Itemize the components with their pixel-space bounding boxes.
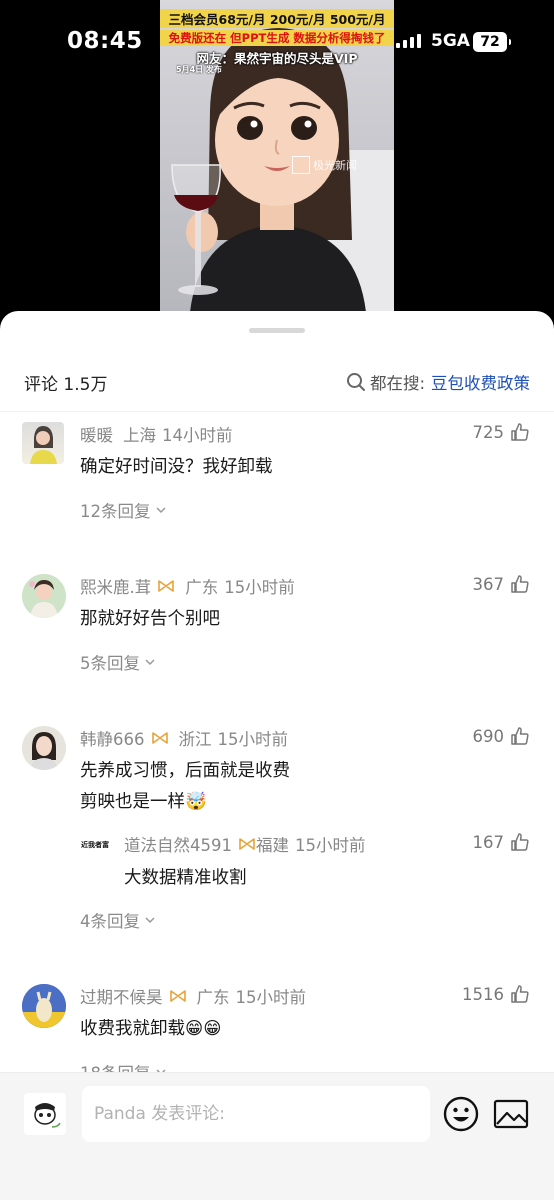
signal-icon xyxy=(396,34,421,48)
avatar[interactable] xyxy=(22,984,66,1028)
thumbs-up-icon xyxy=(511,833,529,851)
sub-reply-like-button[interactable]: 167 xyxy=(473,832,531,852)
comment-text: 剪映也是一样🤯 xyxy=(80,792,207,812)
comment-meta: 韩静666 浙江 15小时前 xyxy=(80,726,288,750)
comment-text: 收费我就卸载😁😁 xyxy=(80,1019,222,1039)
search-icon xyxy=(346,373,365,391)
sheet-drag-handle[interactable] xyxy=(249,328,305,333)
comment-text: 先养成习惯，后面就是收费 xyxy=(80,761,290,781)
like-count: 690 xyxy=(472,726,505,746)
comment-username[interactable]: 韩静666 xyxy=(80,726,145,750)
search-label: 都在搜: xyxy=(369,374,425,393)
expand-replies-button[interactable]: 5条回复 xyxy=(80,650,156,674)
video-watermark: 极光新闻 xyxy=(292,156,357,174)
comment-time: 14小时前 xyxy=(162,426,233,445)
emoji-icon[interactable] xyxy=(442,1095,480,1133)
fan-badge-icon xyxy=(151,732,168,744)
expand-replies-button[interactable]: 12条回复 xyxy=(80,498,167,522)
thumbs-up-icon xyxy=(511,727,529,745)
comment-location: 广东 xyxy=(196,988,230,1007)
trending-search[interactable]: 都在搜: 豆包收费政策 xyxy=(346,370,530,394)
thumbs-up-icon xyxy=(511,985,529,1003)
avatar[interactable] xyxy=(22,422,64,464)
comment-username[interactable]: 暖暖 xyxy=(80,422,113,446)
comment-time: 15小时前 xyxy=(217,730,289,749)
like-count: 367 xyxy=(472,574,505,594)
like-count: 725 xyxy=(472,422,505,442)
status-bar: 08:45 5GA 72 xyxy=(0,0,554,80)
comment-location: 浙江 xyxy=(178,730,212,749)
avatar[interactable] xyxy=(22,726,66,770)
comment-count-title: 评论 1.5万 xyxy=(24,375,108,395)
sub-reply-time: 15小时前 xyxy=(295,836,366,855)
thumbs-up-icon xyxy=(511,575,529,593)
like-count: 167 xyxy=(472,832,505,852)
chevron-down-icon xyxy=(145,917,155,924)
network-type: 5GA xyxy=(431,31,470,51)
fan-badge-icon xyxy=(169,990,186,1002)
sub-reply-avatar[interactable]: 近我者富 xyxy=(80,830,110,860)
comment-header: 评论 1.5万 都在搜: 豆包收费政策 xyxy=(0,356,554,412)
comment-location: 广东 xyxy=(185,578,219,597)
sub-reply-location: 福建 xyxy=(256,836,289,855)
comment-username[interactable]: 过期不候昊 xyxy=(80,984,163,1008)
sub-reply-text: 大数据精准收割 xyxy=(124,868,247,888)
reply-count: 4条回复 xyxy=(80,912,140,931)
like-count: 1516 xyxy=(462,984,504,1004)
comment-time: 15小时前 xyxy=(235,988,307,1007)
fan-badge-icon xyxy=(239,838,255,850)
video-area: 三档会员68元/月 200元/月 500元/月 免费版还在 但PPT生成 数据分… xyxy=(0,0,554,330)
battery-level: 72 xyxy=(480,34,500,50)
watermark-logo-icon xyxy=(292,156,310,174)
battery-icon: 72 xyxy=(473,32,511,52)
comment-input-bar xyxy=(0,1072,554,1200)
reply-count: 5条回复 xyxy=(80,654,140,673)
expand-replies-button[interactable]: 4条回复 xyxy=(80,908,156,932)
comment-text: 那就好好告个别吧 xyxy=(80,609,220,629)
avatar[interactable] xyxy=(22,574,66,618)
reply-count: 12条回复 xyxy=(80,502,151,521)
like-button[interactable]: 690 xyxy=(473,726,531,746)
sub-reply-username[interactable]: 道法自然4591 xyxy=(124,832,232,856)
status-time: 08:45 xyxy=(67,28,143,54)
comment-location: 上海 xyxy=(123,426,156,445)
comment-meta: 过期不候昊 广东 15小时前 xyxy=(80,984,306,1008)
comment-sheet: 评论 1.5万 都在搜: 豆包收费政策 暖暖 上海 14小时前 725 确定好时… xyxy=(0,311,554,1200)
like-button[interactable]: 1516 xyxy=(462,984,530,1004)
comment-time: 15小时前 xyxy=(224,578,295,597)
sub-reply-meta: 道法自然4591 福建 15小时前 xyxy=(124,832,366,856)
sub-reply-avatar-text: 近我者富 xyxy=(81,841,109,849)
chevron-down-icon xyxy=(145,659,155,666)
like-button[interactable]: 725 xyxy=(473,422,531,442)
like-button[interactable]: 367 xyxy=(473,574,531,594)
comment-text: 确定好时间没？我好卸载 xyxy=(80,457,273,477)
comment-username[interactable]: 熙米鹿.茸 xyxy=(80,574,151,598)
watermark-text: 极光新闻 xyxy=(313,159,357,172)
fan-badge-icon xyxy=(158,580,175,592)
comment-input[interactable] xyxy=(82,1086,430,1142)
thumbs-up-icon xyxy=(511,423,529,441)
chevron-down-icon xyxy=(155,507,166,514)
search-term-link[interactable]: 豆包收费政策 xyxy=(431,370,530,394)
comment-meta: 暖暖 上海 14小时前 xyxy=(80,422,233,446)
my-avatar[interactable] xyxy=(24,1093,66,1135)
image-icon[interactable] xyxy=(493,1097,529,1131)
comment-meta: 熙米鹿.茸 广东 15小时前 xyxy=(80,574,295,598)
